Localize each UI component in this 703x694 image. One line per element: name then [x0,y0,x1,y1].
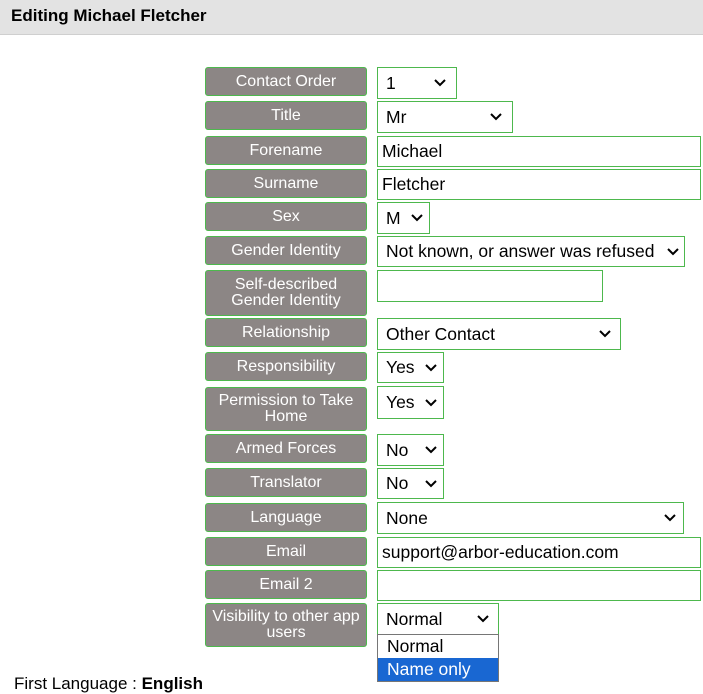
chevron-down-icon [411,214,423,222]
forename-label: Forename [205,136,367,165]
surname-input[interactable]: Fletcher [377,169,701,200]
visibility-dropdown-list: Normal Name only [377,634,499,682]
sex-value: M [386,207,401,228]
translator-select[interactable]: No [377,468,444,499]
forename-input[interactable]: Michael [377,136,701,167]
armed-forces-select[interactable]: No [377,434,444,466]
page-header: Editing Michael Fletcher [0,0,703,35]
responsibility-label: Responsibility [205,352,367,381]
chevron-down-icon [425,446,437,454]
email-label: Email [205,537,367,566]
email2-label: Email 2 [205,570,367,599]
chevron-down-icon [664,514,676,522]
visibility-option-name-only[interactable]: Name only [378,658,498,681]
title-value: Mr [386,106,407,127]
relationship-select[interactable]: Other Contact [377,318,621,350]
relationship-label: Relationship [205,318,367,347]
gender-identity-value: Not known, or answer was refused [386,241,655,261]
title-label: Title [205,101,367,130]
self-described-gender-label-line2: Gender Identity [231,292,341,309]
page-title: Editing Michael Fletcher [11,6,207,25]
chevron-down-icon [599,330,611,338]
responsibility-select[interactable]: Yes [377,352,444,383]
self-described-gender-label-line1: Self-described [234,276,338,293]
sex-select[interactable]: M [377,202,430,234]
permission-take-home-label-line1: Permission to Take [218,392,354,409]
visibility-option-normal[interactable]: Normal [378,635,498,658]
armed-forces-value: No [386,439,409,460]
chevron-down-icon [425,363,437,371]
contact-order-value: 1 [386,72,396,93]
language-value: None [386,507,428,528]
gender-identity-label: Gender Identity [205,236,367,265]
visibility-select[interactable]: Normal [377,603,499,635]
email-field[interactable]: support@arbor-education.com [377,537,701,568]
sex-label: Sex [205,202,367,231]
permission-take-home-value: Yes [386,392,415,412]
chevron-down-icon [667,247,679,255]
first-language-text: First Language : English [14,674,203,694]
responsibility-value: Yes [386,357,415,377]
chevron-down-icon [434,79,446,87]
relationship-value: Other Contact [386,323,495,344]
email-value: support@arbor-education.com [382,542,619,562]
visibility-label: Visibility to other app users [205,603,367,647]
translator-value: No [386,473,409,493]
permission-take-home-label: Permission to Take Home [205,387,367,431]
translator-label: Translator [205,468,367,497]
email2-field[interactable] [377,570,701,601]
permission-take-home-select[interactable]: Yes [377,386,444,419]
visibility-value: Normal [386,608,443,629]
chevron-down-icon [477,615,489,623]
title-select[interactable]: Mr [377,101,513,133]
gender-identity-select[interactable]: Not known, or answer was refused [377,236,685,267]
permission-take-home-label-line2: Home [264,408,308,425]
surname-label: Surname [205,169,367,198]
chevron-down-icon [425,479,437,487]
language-label: Language [205,503,367,532]
surname-value: Fletcher [382,174,446,194]
visibility-label-line1: Visibility to other app [212,608,360,625]
chevron-down-icon [490,113,502,121]
self-described-gender-label: Self-described Gender Identity [205,270,367,316]
self-described-gender-input[interactable] [377,270,603,302]
contact-order-label: Contact Order [205,67,367,96]
contact-order-select[interactable]: 1 [377,67,457,99]
armed-forces-label: Armed Forces [205,434,367,463]
forename-value: Michael [382,141,443,161]
chevron-down-icon [425,398,437,406]
visibility-label-line2: users [266,624,306,641]
language-select[interactable]: None [377,502,684,534]
